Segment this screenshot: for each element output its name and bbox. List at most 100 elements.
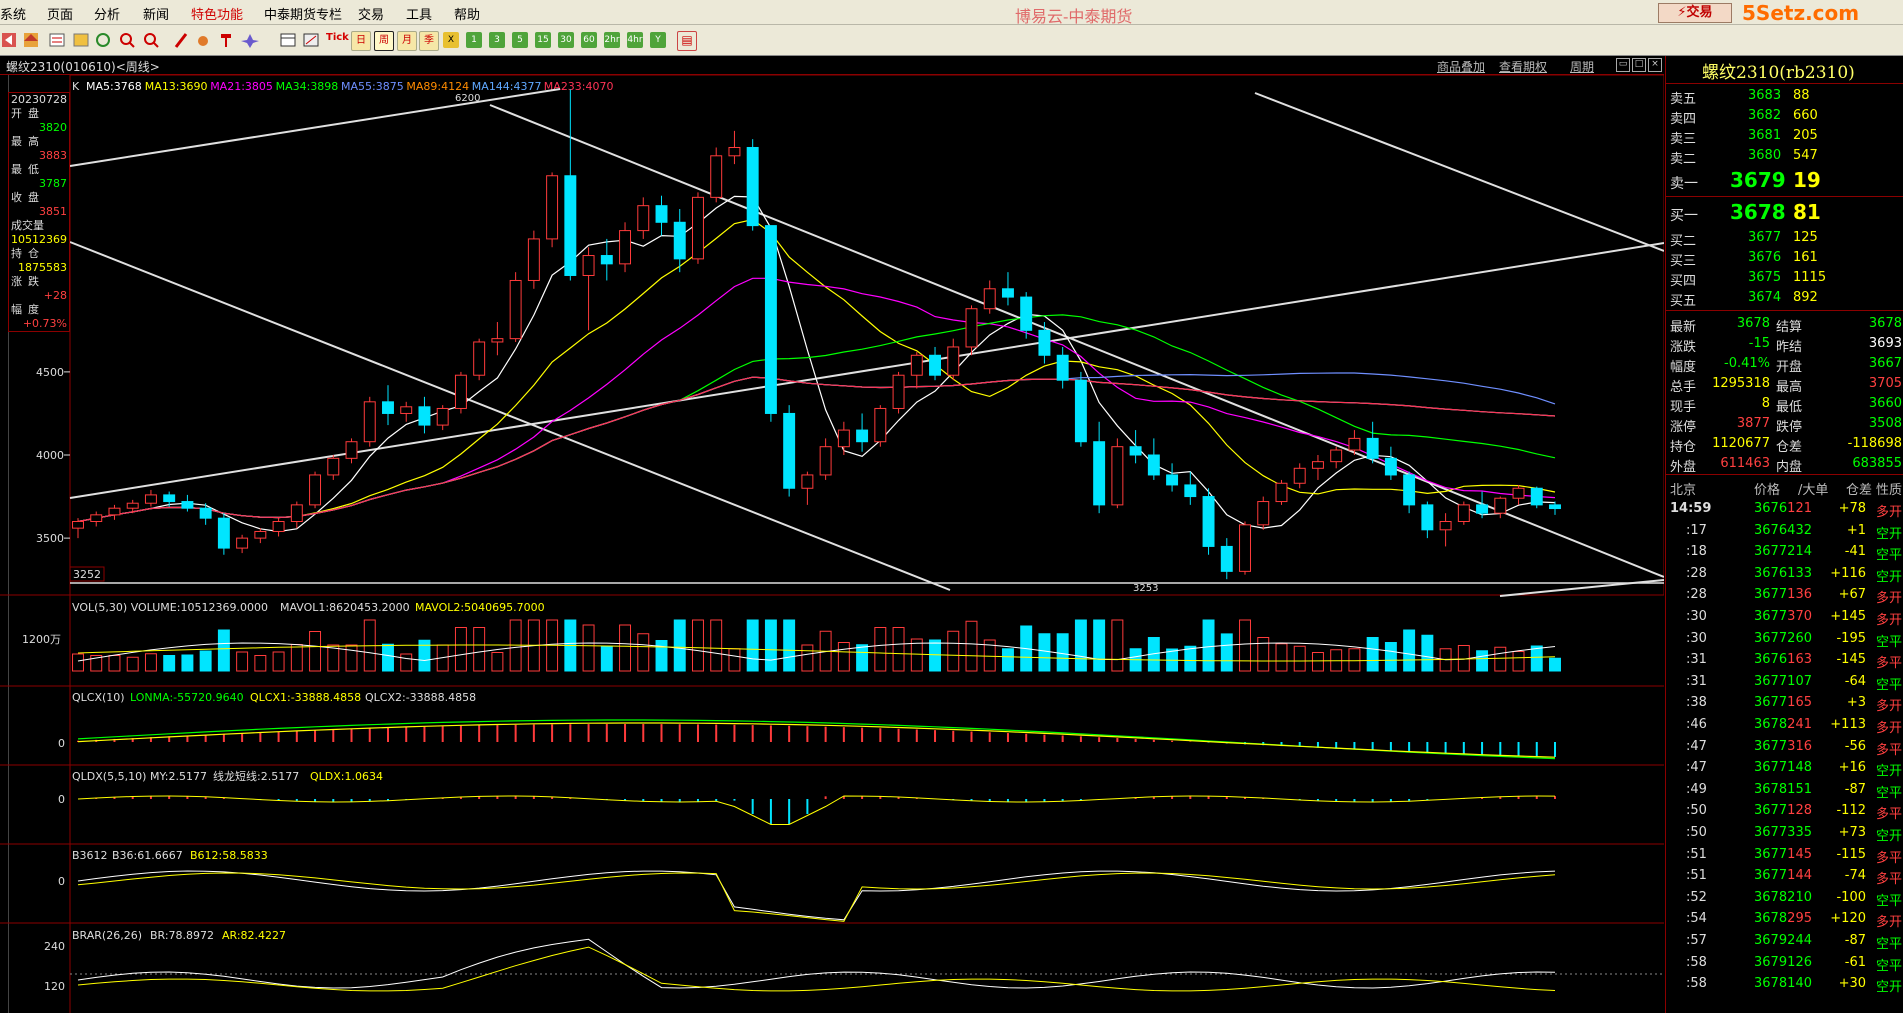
tick-row[interactable]: :38 3677 165 +3 多开	[1666, 692, 1903, 714]
info-label-low: 最低	[11, 163, 45, 176]
bid-row-5[interactable]: 买五 3674 892	[1666, 288, 1903, 309]
period-2hr-button[interactable]: 2hr	[604, 32, 620, 48]
vol-bar-72	[1384, 642, 1397, 672]
candle-body-63	[1220, 545, 1233, 572]
tick-row[interactable]: :50 3677 128 -112 多平	[1666, 800, 1903, 822]
tick-row[interactable]: :47 3677 148 +16 空开	[1666, 757, 1903, 779]
tool-home-icon[interactable]	[24, 33, 38, 47]
vol-bar-45	[892, 627, 905, 672]
period-month-button[interactable]: 月	[397, 31, 417, 51]
bid-row-2[interactable]: 买二 3677 125	[1666, 228, 1903, 249]
tick-row[interactable]: :52 3678 210 -100 空平	[1666, 887, 1903, 909]
tool-draw-icon[interactable]	[174, 33, 188, 48]
tick-row[interactable]: :51 3677 145 -115 多平	[1666, 844, 1903, 866]
period-year-button[interactable]: Y	[650, 32, 666, 48]
chart-area[interactable]: K MA5:3768 MA13:3690 MA21:3805 MA34:3898 MA5…	[0, 75, 1664, 1013]
tick-row[interactable]: :58 3678 140 +30 空开	[1666, 973, 1903, 995]
tool-grid-icon[interactable]	[73, 33, 89, 47]
candle-body-74	[1421, 504, 1434, 531]
ask-row-4[interactable]: 卖四 3682 660	[1666, 106, 1903, 127]
tick-row[interactable]: :17 3676 432 +1 空开	[1666, 520, 1903, 542]
ma-legend-5: MA89:4124	[406, 80, 469, 93]
ask-row-3[interactable]: 卖三 3681 205	[1666, 126, 1903, 147]
period-5min-button[interactable]: 5	[512, 32, 528, 48]
vol-bar-28	[582, 624, 595, 672]
ask-row-5[interactable]: 卖五 3683 88	[1666, 86, 1903, 107]
bid-row-3[interactable]: 买三 3676 161	[1666, 248, 1903, 269]
menu-system[interactable]: 系统	[0, 4, 26, 23]
tick-row[interactable]: 14:59 3676 121 +78 多开	[1666, 498, 1903, 520]
tick-row[interactable]: :30 3677 260 -195 空平	[1666, 628, 1903, 650]
vol-y-label: 1200万	[22, 633, 61, 646]
menu-zhongtai-column[interactable]: 中泰期货专栏	[264, 4, 342, 23]
tool-list-icon[interactable]	[49, 33, 65, 47]
tick-row[interactable]: :57 3679 244 -87 空平	[1666, 930, 1903, 952]
tool-brush-icon[interactable]	[198, 36, 208, 46]
period-season-button[interactable]: 季	[419, 31, 439, 51]
tool-sparkle-icon[interactable]	[241, 34, 259, 48]
candle-body-38	[764, 225, 777, 414]
bottom-value: 3252	[73, 568, 101, 581]
tick-row[interactable]: :58 3679 126 -61 空平	[1666, 952, 1903, 974]
period-x-button[interactable]: X	[443, 32, 459, 48]
tick-row[interactable]: :51 3677 144 -74 多平	[1666, 865, 1903, 887]
tick-row[interactable]: :47 3677 316 -56 多平	[1666, 736, 1903, 758]
candle-body-6	[181, 501, 194, 509]
period-15min-button[interactable]: 15	[535, 32, 551, 48]
tick-row[interactable]: :50 3677 335 +73 空开	[1666, 822, 1903, 844]
tick-row[interactable]: :28 3676 133 +116 空开	[1666, 563, 1903, 585]
tool-table-icon[interactable]	[280, 33, 296, 47]
trade-button[interactable]: ⚡交易	[1658, 3, 1732, 23]
tick-row[interactable]: :54 3678 295 +120 多开	[1666, 908, 1903, 930]
menu-analysis[interactable]: 分析	[94, 4, 120, 23]
tool-zoom-in-icon[interactable]	[120, 33, 135, 48]
brar-y-hi: 240	[44, 940, 65, 953]
ask-row-2[interactable]: 卖二 3680 547	[1666, 146, 1903, 167]
period-link[interactable]: 周期	[1570, 58, 1594, 75]
candle-body-2	[108, 507, 121, 516]
tick-row[interactable]: :31 3676 163 -145 多平	[1666, 649, 1903, 671]
tool-zoom-out-icon[interactable]	[144, 33, 159, 48]
tool-refresh-icon[interactable]	[96, 33, 110, 47]
panel-close-icon[interactable]: ×	[1648, 58, 1662, 72]
ask-row-1[interactable]: 卖一 3679 19	[1666, 168, 1903, 192]
vol-bar-39	[783, 619, 796, 672]
tool-calc-icon[interactable]: ▤	[677, 31, 697, 51]
tick-row[interactable]: :30 3677 370 +145 多开	[1666, 606, 1903, 628]
period-day-button[interactable]: 日	[351, 31, 371, 51]
bid-row-1[interactable]: 买一 3678 81	[1666, 200, 1903, 224]
menu-trade[interactable]: 交易	[358, 4, 384, 23]
period-week-button[interactable]: 周	[374, 31, 394, 51]
tick-row[interactable]: :28 3677 136 +67 多开	[1666, 584, 1903, 606]
overlay-link[interactable]: 商品叠加	[1437, 58, 1485, 75]
period-60min-button[interactable]: 60	[581, 32, 597, 48]
menu-help[interactable]: 帮助	[454, 4, 480, 23]
candle-body-46	[910, 354, 923, 376]
candle-body-43	[856, 429, 869, 443]
tool-tick-button[interactable]: Tick	[326, 32, 349, 43]
menu-tools[interactable]: 工具	[406, 4, 432, 23]
menu-features[interactable]: 特色功能	[191, 4, 243, 23]
bid-row-4[interactable]: 买四 3675 1115	[1666, 268, 1903, 289]
options-link[interactable]: 查看期权	[1499, 58, 1547, 75]
period-1min-button[interactable]: 1	[466, 32, 482, 48]
menu-news[interactable]: 新闻	[143, 4, 169, 23]
tool-back-icon[interactable]	[2, 33, 16, 47]
candle-body-53	[1038, 329, 1051, 356]
tick-row[interactable]: :49 3678 151 -87 空平	[1666, 779, 1903, 801]
quote-panel: 螺纹2310(rb2310) 卖五 3683 88 卖四 3682 660 卖三 3681…	[1665, 56, 1903, 1013]
tool-edit-icon[interactable]	[303, 33, 319, 47]
candle-body-71	[1366, 437, 1379, 459]
tool-pin-icon[interactable]	[221, 34, 231, 47]
menu-page[interactable]: 页面	[47, 4, 73, 23]
vol-bar-22	[473, 627, 486, 672]
panel-split-icon[interactable]: ▭	[1616, 58, 1630, 72]
panel-maximize-icon[interactable]: □	[1632, 58, 1646, 72]
period-30min-button[interactable]: 30	[558, 32, 574, 48]
tick-row[interactable]: :46 3678 241 +113 多开	[1666, 714, 1903, 736]
tick-row[interactable]: :31 3677 107 -64 空平	[1666, 671, 1903, 693]
period-3min-button[interactable]: 3	[489, 32, 505, 48]
tick-row[interactable]: :18 3677 214 -41 空平	[1666, 541, 1903, 563]
vol-bar-55	[1074, 619, 1087, 672]
period-4hr-button[interactable]: 4hr	[627, 32, 643, 48]
